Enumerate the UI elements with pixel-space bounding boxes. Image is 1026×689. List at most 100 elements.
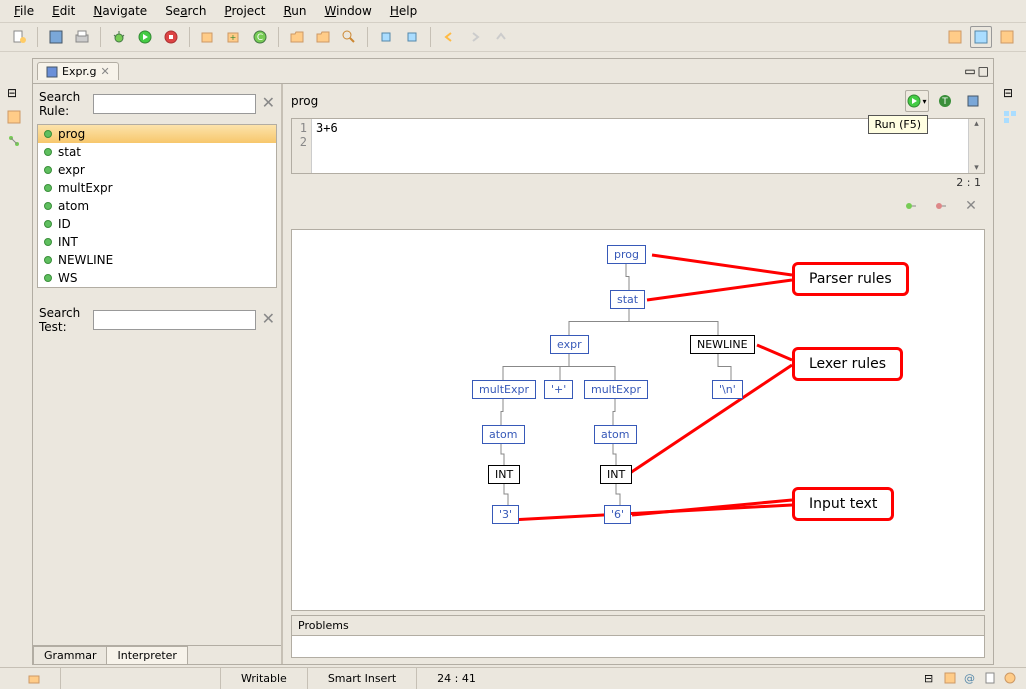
tree-node-expr[interactable]: expr (550, 335, 589, 354)
tab-interpreter[interactable]: Interpreter (106, 646, 187, 664)
search-test-input[interactable] (93, 310, 256, 330)
status-doc-icon[interactable] (984, 672, 998, 686)
collapse-tree-button[interactable] (929, 195, 953, 217)
search-test-label: Search Test: (39, 306, 87, 334)
new-button[interactable] (8, 26, 30, 48)
rule-item-multExpr[interactable]: multExpr (38, 179, 276, 197)
minimize-editor-button[interactable]: ▭ (964, 64, 975, 78)
status-icon[interactable] (8, 668, 60, 689)
outline-icon[interactable] (1003, 110, 1019, 126)
clear-search-rule-button[interactable]: ✕ (262, 96, 275, 112)
search-rule-input[interactable] (93, 94, 256, 114)
debug-button[interactable] (108, 26, 130, 48)
scroll-up-icon[interactable]: ▴ (974, 119, 979, 129)
new-package-button[interactable] (197, 26, 219, 48)
rule-label: WS (58, 271, 77, 285)
menu-run[interactable]: Run (275, 2, 314, 20)
code-scrollbar[interactable]: ▴ ▾ (968, 119, 984, 173)
problems-header[interactable]: Problems (291, 615, 985, 636)
tree-node-lit6[interactable]: '6' (604, 505, 631, 524)
rule-item-stat[interactable]: stat (38, 143, 276, 161)
hierarchy-icon[interactable] (7, 134, 23, 150)
annotation-input-text: Input text (792, 487, 894, 521)
forward-button[interactable] (464, 26, 486, 48)
tab-title: Expr.g (62, 65, 96, 78)
cursor-position: 2 : 1 (956, 176, 981, 189)
parse-tree-area[interactable]: Parser rules Lexer rules Input text prog… (291, 229, 985, 611)
rule-item-NEWLINE[interactable]: NEWLINE (38, 251, 276, 269)
new-class-button[interactable]: C (249, 26, 271, 48)
minimize-left-icon[interactable]: ⊟ (7, 86, 23, 102)
tree-node-INT1[interactable]: INT (488, 465, 520, 484)
rule-item-WS[interactable]: WS (38, 269, 276, 287)
close-tree-button[interactable]: ✕ (959, 195, 983, 217)
print-button[interactable] (71, 26, 93, 48)
save-output-button[interactable] (961, 90, 985, 112)
new-type-button[interactable]: + (223, 26, 245, 48)
run-config-button[interactable]: T (933, 90, 957, 112)
expand-tree-button[interactable] (899, 195, 923, 217)
perspective-java-button[interactable] (944, 26, 966, 48)
navigator-icon[interactable] (7, 110, 23, 126)
search-rule-label: Search Rule: (39, 90, 87, 118)
perspective-other-button[interactable] (996, 26, 1018, 48)
rule-label: prog (58, 127, 85, 141)
annotation-prev-button[interactable] (375, 26, 397, 48)
tree-node-multExpr2[interactable]: multExpr (584, 380, 648, 399)
tree-node-atom2[interactable]: atom (594, 425, 637, 444)
tree-node-lit3[interactable]: '3' (492, 505, 519, 524)
rule-label: NEWLINE (58, 253, 113, 267)
annotation-parser-rules: Parser rules (792, 262, 909, 296)
rule-item-expr[interactable]: expr (38, 161, 276, 179)
right-gutter: ⊟ (996, 56, 1026, 667)
up-button[interactable] (490, 26, 512, 48)
menu-navigate[interactable]: Navigate (85, 2, 155, 20)
menu-file[interactable]: File (6, 2, 42, 20)
run-interpreter-button[interactable]: ▾ Run (F5) (905, 90, 929, 112)
tree-node-NEWLINE[interactable]: NEWLINE (690, 335, 755, 354)
tree-node-multExpr1[interactable]: multExpr (472, 380, 536, 399)
tab-close-button[interactable]: ✕ (100, 65, 109, 78)
search-button[interactable] (338, 26, 360, 48)
menu-edit[interactable]: Edit (44, 2, 83, 20)
run-button[interactable] (134, 26, 156, 48)
perspective-debug-button[interactable] (970, 26, 992, 48)
rule-bullet-icon (44, 184, 52, 192)
status-minimize-icon[interactable]: ⊟ (924, 672, 938, 686)
tree-node-prog[interactable]: prog (607, 245, 646, 264)
tree-node-plus[interactable]: '+' (544, 380, 573, 399)
scroll-down-icon[interactable]: ▾ (974, 163, 979, 173)
current-rule-label: prog (291, 94, 318, 108)
menu-search[interactable]: Search (157, 2, 214, 20)
open-task-button[interactable] (312, 26, 334, 48)
tree-node-stat[interactable]: stat (610, 290, 645, 309)
status-team-icon[interactable] (1004, 672, 1018, 686)
menu-project[interactable]: Project (216, 2, 273, 20)
save-button[interactable] (45, 26, 67, 48)
status-at-icon[interactable]: @ (964, 672, 978, 686)
run-external-button[interactable] (160, 26, 182, 48)
clear-search-test-button[interactable]: ✕ (262, 312, 275, 328)
status-tasks-icon[interactable] (944, 672, 958, 686)
rule-label: expr (58, 163, 85, 177)
statusbar: Writable Smart Insert 24 : 41 ⊟ @ (0, 667, 1026, 689)
tab-expr-g[interactable]: Expr.g ✕ (37, 62, 119, 80)
minimize-right-icon[interactable]: ⊟ (1003, 86, 1019, 102)
menu-window[interactable]: Window (317, 2, 380, 20)
menu-help[interactable]: Help (382, 2, 425, 20)
rule-item-ID[interactable]: ID (38, 215, 276, 233)
tree-node-INT2[interactable]: INT (600, 465, 632, 484)
editor-content: Search Rule: ✕ progstatexprmultExpratomI… (33, 83, 993, 664)
rule-item-prog[interactable]: prog (38, 125, 276, 143)
annotation-next-button[interactable] (401, 26, 423, 48)
back-button[interactable] (438, 26, 460, 48)
open-button[interactable] (286, 26, 308, 48)
rules-panel: Search Rule: ✕ progstatexprmultExpratomI… (33, 84, 283, 664)
tree-node-nl[interactable]: '\n' (712, 380, 743, 399)
editor-area: ⊟ Expr.g ✕ ▭ □ Search Rule: ✕ prog (0, 56, 1026, 667)
tree-node-atom1[interactable]: atom (482, 425, 525, 444)
rule-item-atom[interactable]: atom (38, 197, 276, 215)
tab-grammar[interactable]: Grammar (33, 646, 107, 664)
maximize-editor-button[interactable]: □ (978, 64, 989, 78)
rule-item-INT[interactable]: INT (38, 233, 276, 251)
